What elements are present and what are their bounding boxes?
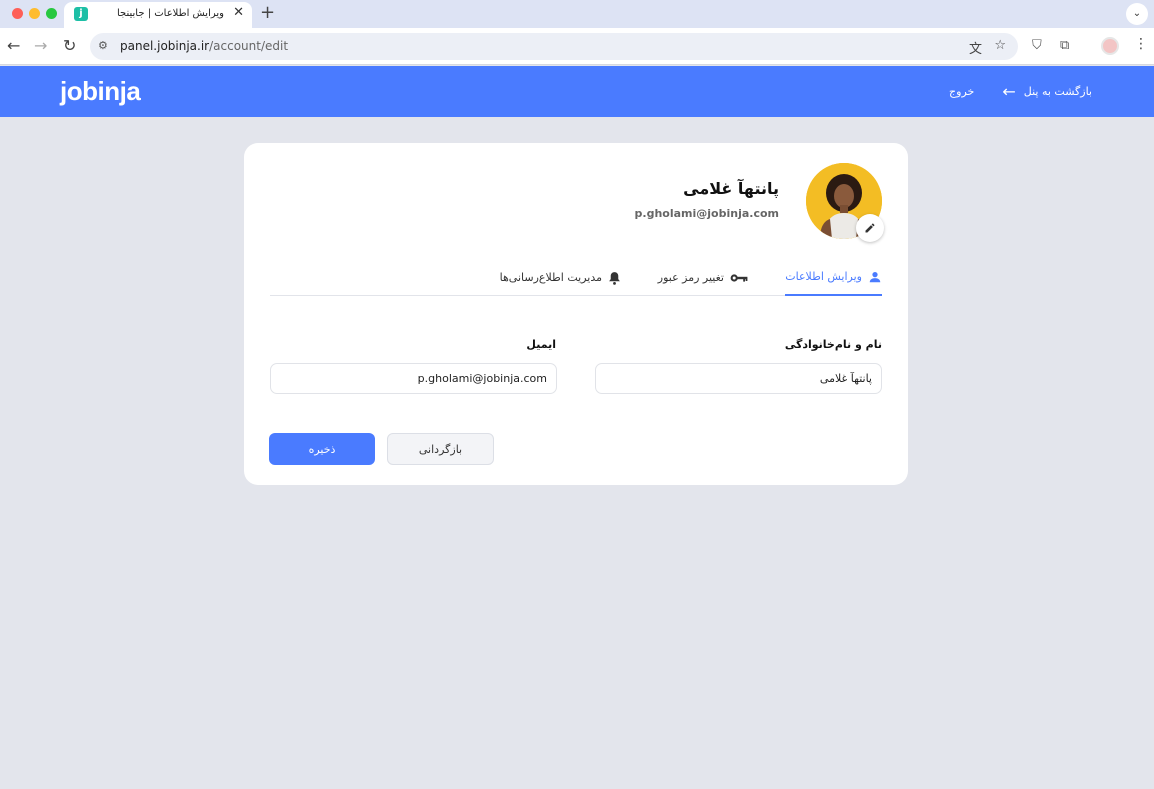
browser-menu-icon[interactable]: ⋮ — [1134, 36, 1148, 52]
back-arrow-icon[interactable]: ← — [7, 36, 20, 55]
profile-name: پانتهآ غلامی — [683, 179, 779, 198]
window-maximize-dot[interactable] — [46, 8, 57, 19]
close-tab-icon[interactable]: ✕ — [233, 5, 244, 20]
tab-edit-info[interactable]: ویرایش اطلاعات — [785, 265, 882, 296]
account-tabs: ویرایش اطلاعات تغییر رمز عبور مدیریت اطل… — [270, 261, 882, 296]
back-to-panel-link[interactable]: بازگشت به پنل ← — [1002, 82, 1092, 101]
window-minimize-dot[interactable] — [29, 8, 40, 19]
jobinja-logo[interactable]: jobinja — [60, 76, 141, 107]
url-field[interactable]: ⚙ panel.jobinja.ir/account/edit 文 ☆ — [90, 33, 1018, 60]
profile-avatar-icon[interactable] — [1101, 37, 1119, 55]
bookmark-star-icon[interactable]: ☆ — [994, 38, 1006, 53]
forward-arrow-icon[interactable]: → — [34, 36, 47, 55]
edit-avatar-button[interactable] — [856, 214, 884, 242]
tab-change-password[interactable]: تغییر رمز عبور — [658, 265, 748, 296]
account-edit-card: پانتهآ غلامی p.gholami@jobinja.com ویرای… — [244, 143, 908, 485]
pencil-icon — [865, 223, 875, 233]
full-name-label: نام و نام‌خانوادگی — [784, 338, 882, 351]
shield-extension-icon[interactable]: ⛉ — [1032, 38, 1042, 53]
extensions-puzzle-icon[interactable]: ⧉ — [1060, 38, 1069, 53]
arrow-left-icon: ← — [1002, 82, 1016, 101]
jobinja-favicon-icon: j — [74, 7, 88, 21]
tab-search-chevron-icon[interactable]: ⌄ — [1126, 3, 1148, 25]
user-icon — [869, 271, 881, 282]
url-host: panel.jobinja.ir — [120, 39, 210, 53]
tab-edit-info-label: ویرایش اطلاعات — [785, 270, 862, 283]
save-button[interactable]: ذخیره — [269, 433, 375, 465]
new-tab-button[interactable]: + — [260, 2, 275, 23]
translate-icon[interactable]: 文 — [969, 38, 982, 57]
browser-tab-bar: j ویرایش اطلاعات | جابینجا ✕ + ⌄ — [0, 0, 1154, 28]
site-settings-icon[interactable]: ⚙ — [98, 39, 108, 52]
tab-notifications[interactable]: مدیریت اطلاع‌رسانی‌ها — [500, 265, 621, 296]
back-to-panel-label: بازگشت به پنل — [1023, 85, 1092, 98]
email-label: ایمیل — [526, 338, 556, 351]
key-icon — [730, 273, 748, 282]
logout-link[interactable]: خروج — [949, 85, 974, 98]
header-nav: بازگشت به پنل ← خروج — [949, 66, 1092, 117]
tab-title: ویرایش اطلاعات | جابینجا — [116, 8, 224, 19]
tab-notifications-label: مدیریت اطلاع‌رسانی‌ها — [499, 271, 602, 284]
url-text: panel.jobinja.ir/account/edit — [120, 39, 288, 53]
browser-address-bar: ← → ↻ ⚙ panel.jobinja.ir/account/edit 文 … — [0, 28, 1154, 65]
profile-email: p.gholami@jobinja.com — [634, 207, 779, 220]
revert-button[interactable]: بازگردانی — [387, 433, 494, 465]
window-close-dot[interactable] — [12, 8, 23, 19]
browser-tab[interactable]: j ویرایش اطلاعات | جابینجا ✕ — [64, 2, 252, 28]
url-path: /account/edit — [209, 39, 289, 53]
bell-icon — [609, 271, 620, 285]
tab-change-password-label: تغییر رمز عبور — [657, 271, 724, 284]
app-header: jobinja بازگشت به پنل ← خروج — [0, 66, 1154, 117]
reload-icon[interactable]: ↻ — [63, 36, 76, 55]
email-input[interactable] — [270, 363, 557, 394]
full-name-input[interactable] — [595, 363, 882, 394]
